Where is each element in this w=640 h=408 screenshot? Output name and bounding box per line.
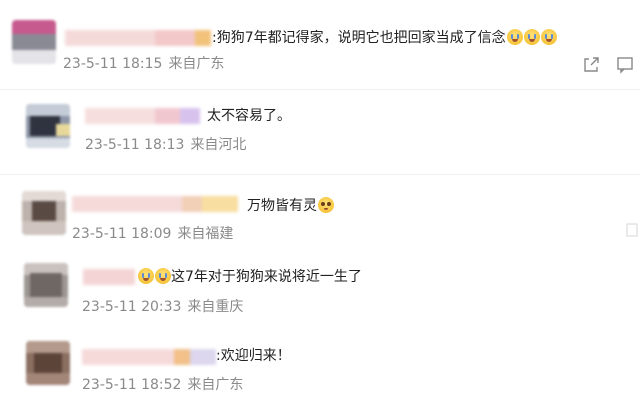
share-icon[interactable] — [582, 56, 600, 74]
comment-date: 23-5-11 18:09 — [72, 226, 172, 242]
comment-text: 这7年对于狗狗来说将近一生了 — [137, 268, 362, 286]
comment-meta: 23-5-11 18:13 来自河北 — [85, 136, 252, 154]
comment-date: 23-5-11 18:52 — [82, 377, 182, 393]
avatar[interactable] — [12, 20, 56, 64]
comment-location: 来自重庆 — [187, 299, 244, 315]
comment-text: :欢迎归来！ — [216, 348, 291, 364]
comment-text: :狗狗7年都记得家，说明它也把回家当成了信念 — [212, 29, 557, 47]
avatar[interactable] — [22, 191, 66, 235]
comment-text: 万物皆有灵 — [247, 197, 334, 215]
comment-item: 万物皆有灵 23-5-11 18:09 来自福建 — [0, 175, 640, 255]
username[interactable] — [82, 349, 216, 365]
comment-text: 太不容易了。 — [207, 108, 291, 124]
comment-item: 太不容易了。 23-5-11 18:13 来自河北 — [0, 90, 640, 175]
comment-location: 来自广东 — [168, 56, 225, 72]
comment-date: 23-5-11 20:33 — [82, 299, 182, 315]
reply-icon[interactable] — [626, 223, 638, 237]
comment-location: 来自福建 — [177, 226, 234, 242]
comment-date: 23-5-11 18:15 — [63, 56, 163, 72]
comment-location: 来自广东 — [187, 377, 244, 393]
comment-meta: 23-5-11 20:33 来自重庆 — [82, 298, 249, 316]
comment-item: :狗狗7年都记得家，说明它也把回家当成了信念 23-5-11 18:15 来自广东 — [0, 0, 640, 90]
crying-face-icon — [155, 268, 171, 284]
comment-item: 这7年对于狗狗来说将近一生了 23-5-11 20:33 来自重庆 — [0, 255, 640, 335]
username[interactable] — [72, 196, 238, 212]
crying-face-icon — [506, 29, 523, 45]
comment-meta: 23-5-11 18:15 来自广东 — [63, 55, 230, 73]
crying-face-icon — [138, 268, 154, 284]
avatar[interactable] — [26, 341, 70, 385]
avatar[interactable] — [26, 104, 70, 148]
comment-location: 来自河北 — [190, 137, 247, 153]
crying-face-icon — [523, 29, 540, 45]
crying-face-icon — [540, 29, 557, 45]
avatar[interactable] — [24, 263, 68, 307]
comment-icon[interactable] — [616, 56, 634, 74]
comment-date: 23-5-11 18:13 — [85, 137, 185, 153]
username[interactable] — [65, 30, 211, 46]
comment-meta: 23-5-11 18:09 来自福建 — [72, 225, 239, 243]
comment-meta: 23-5-11 18:52 来自广东 — [82, 376, 249, 394]
pleading-face-icon — [318, 197, 334, 213]
comment-item: :欢迎归来！ 23-5-11 18:52 来自广东 — [0, 335, 640, 408]
username[interactable] — [85, 108, 200, 124]
username[interactable] — [83, 269, 135, 285]
